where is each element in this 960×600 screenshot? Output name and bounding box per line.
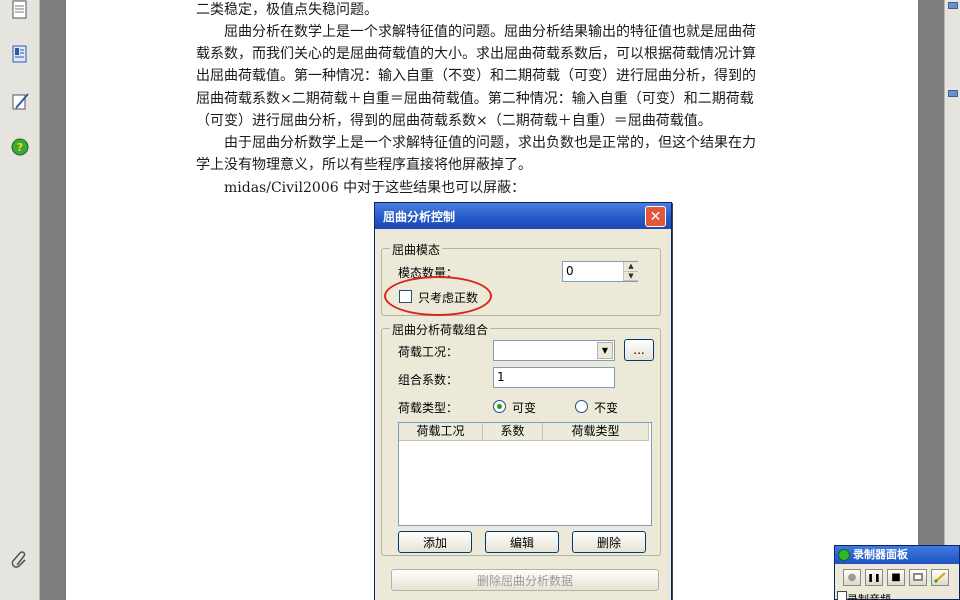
navigation-sidebar: ? — [0, 0, 40, 600]
delete-buckling-data-button[interactable]: 删除屈曲分析数据 — [391, 569, 659, 591]
dialog-title-bar[interactable]: 屈曲分析控制 — [375, 203, 671, 229]
pause-button[interactable]: ❚❚ — [865, 569, 883, 586]
settings-icon[interactable] — [909, 569, 927, 586]
buckling-analysis-dialog: 屈曲分析控制 ✕ 屈曲模态 模态数量： 0 ▲ ▼ 只考虑正数 屈曲分析荷载组合… — [374, 202, 672, 600]
factor-input[interactable]: 1 — [493, 367, 615, 388]
spin-up-icon[interactable]: ▲ — [624, 262, 638, 272]
delete-button[interactable]: 删除 — [572, 531, 646, 553]
highlight-circle — [384, 276, 492, 316]
doc-line: 由于屈曲分析数学上是一个求解特征值的问题，求出负数也是正常的，但这个结果在力 — [224, 135, 756, 151]
constant-radio-label[interactable]: 不变 — [594, 399, 618, 416]
viewer-gutter-left — [41, 0, 66, 600]
edit-button[interactable]: 编辑 — [485, 531, 559, 553]
doc-line: 出屈曲荷载值。第一种情况：输入自重（不变）和二期荷载（可变）进行屈曲分析，得到的 — [196, 68, 756, 84]
svg-text:?: ? — [17, 141, 23, 154]
dialog-title: 屈曲分析控制 — [383, 209, 456, 224]
mode-group-legend: 屈曲模态 — [390, 241, 443, 258]
mode-count-stepper[interactable]: ▲ ▼ — [623, 262, 638, 281]
recorder-panel: 录制器面板 ● ❚❚ ■ 录制音频 — [834, 545, 960, 600]
record-audio-label: 录制音频 — [847, 593, 891, 600]
recorder-title: 录制器面板 — [853, 548, 908, 561]
page-marker[interactable] — [948, 90, 958, 97]
load-group-legend: 屈曲分析荷载组合 — [390, 321, 491, 338]
record-button[interactable]: ● — [843, 569, 861, 586]
close-button[interactable]: ✕ — [645, 206, 666, 227]
browse-load-case-button[interactable]: ... — [624, 339, 654, 361]
doc-line: 学上没有物理意义，所以有些程序直接将他屏蔽掉了。 — [196, 157, 532, 173]
column-header-load-case[interactable]: 荷载工况 — [399, 423, 483, 441]
draw-icon[interactable] — [931, 569, 949, 586]
stop-button[interactable]: ■ — [887, 569, 905, 586]
record-audio-checkbox[interactable] — [837, 591, 847, 600]
chevron-down-icon[interactable]: ▼ — [597, 342, 613, 359]
variable-radio[interactable] — [493, 400, 506, 413]
recorder-title-bar[interactable]: 录制器面板 — [835, 546, 959, 564]
factor-label: 组合系数： — [398, 373, 459, 387]
factor-value: 1 — [497, 370, 505, 384]
doc-line: midas/Civil2006 中对于这些结果也可以屏蔽： — [224, 180, 526, 196]
doc-line: 载系数，而我们关心的是屈曲荷载值的大小。求出屈曲荷载系数后，可以根据荷载情况计算 — [196, 46, 756, 62]
bookmark-icon[interactable] — [10, 44, 30, 64]
mode-count-value: 0 — [566, 264, 574, 278]
column-header-load-type[interactable]: 荷载类型 — [543, 423, 649, 441]
viewer-gutter-right — [918, 0, 944, 600]
doc-line: 屈曲分析在数学上是一个求解特征值的问题。屈曲分析结果输出的特征值也就是屈曲荷 — [224, 24, 756, 40]
add-button[interactable]: 添加 — [398, 531, 472, 553]
help-icon[interactable]: ? — [10, 137, 30, 157]
column-header-factor[interactable]: 系数 — [483, 423, 543, 441]
spin-down-icon[interactable]: ▼ — [624, 272, 638, 281]
load-combination-table[interactable]: 荷载工况 系数 荷载类型 — [398, 422, 652, 526]
sign-icon[interactable] — [10, 92, 30, 112]
doc-line: 屈曲荷载系数×二期荷载＋自重＝屈曲荷载值。第二种情况：输入自重（可变）和二期荷载 — [196, 91, 754, 107]
load-case-label: 荷载工况： — [398, 345, 459, 359]
load-type-label: 荷载类型： — [398, 401, 459, 415]
page-icon[interactable] — [10, 0, 30, 20]
recorder-logo-icon — [838, 549, 850, 561]
scrollbar[interactable] — [944, 0, 960, 600]
variable-radio-label[interactable]: 可变 — [512, 399, 536, 416]
doc-line: （可变）进行屈曲分析，得到的屈曲荷载系数×（二期荷载＋自重）＝屈曲荷载值。 — [196, 113, 712, 129]
constant-radio[interactable] — [575, 400, 588, 413]
page-marker[interactable] — [948, 2, 958, 9]
load-case-select[interactable]: ▼ — [493, 340, 615, 361]
doc-line: 二类稳定，极值点失稳问题。 — [196, 2, 378, 18]
load-combination-group: 屈曲分析荷载组合 荷载工况： ▼ ... 组合系数： 1 荷载类型： 可变 不变… — [381, 321, 661, 556]
attachment-icon[interactable] — [10, 550, 30, 570]
